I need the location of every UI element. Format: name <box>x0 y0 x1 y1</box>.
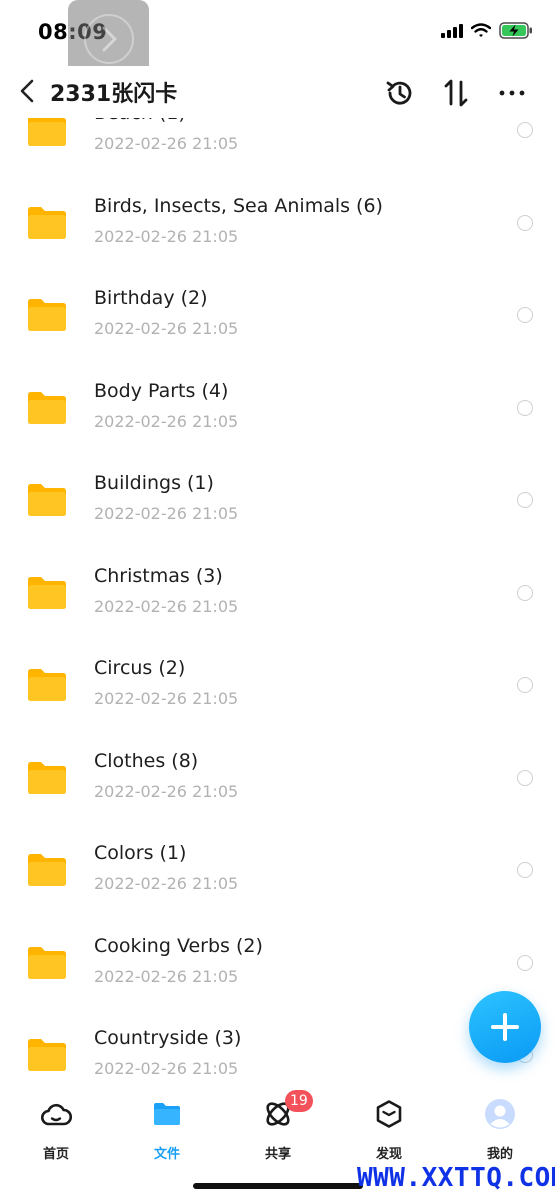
home-indicator[interactable] <box>193 1183 363 1189</box>
folder-name: Christmas (3) <box>94 564 223 587</box>
select-radio[interactable] <box>517 769 533 786</box>
folder-name: Beach (1) <box>94 118 186 124</box>
history-icon <box>386 81 412 105</box>
tab-me[interactable]: 我的 <box>455 1098 545 1162</box>
watermark: WWW.XXTTQ.COM <box>357 1163 555 1193</box>
folder-date: 2022-02-26 21:05 <box>94 226 239 246</box>
folder-name: Cooking Verbs (2) <box>94 934 263 957</box>
select-radio[interactable] <box>517 214 533 231</box>
select-radio[interactable] <box>517 307 533 323</box>
folder-name: Colors (1) <box>94 842 187 864</box>
select-radio[interactable] <box>517 677 533 693</box>
folder-icon <box>28 299 66 331</box>
history-button[interactable] <box>382 76 418 110</box>
folder-icon <box>28 484 66 516</box>
tab-label: 首页 <box>42 1147 69 1162</box>
select-radio[interactable] <box>517 122 533 138</box>
page-title: 2331张闪卡 <box>50 82 178 107</box>
notification-badge: 19 <box>285 1090 313 1112</box>
tab-label: 共享 <box>264 1147 291 1162</box>
avatar-icon <box>485 1099 515 1129</box>
folder-row[interactable]: Birds, Insects, Sea Animals (6) 2022-02-2… <box>0 183 555 276</box>
folder-name: Body Parts (4) <box>94 379 229 402</box>
status-bar: 08:09 <box>0 0 555 79</box>
cloud-icon <box>40 1103 72 1126</box>
folder-row[interactable]: Body Parts (4) 2022-02-26 21:05 <box>0 368 555 461</box>
tab-label: 发现 <box>375 1147 402 1162</box>
folder-row[interactable]: Clothes (8) 2022-02-26 21:05 <box>0 738 555 831</box>
folder-row[interactable]: Colors (1) 2022-02-26 21:05 <box>0 830 555 923</box>
folder-date: 2022-02-26 21:05 <box>94 966 239 986</box>
more-button[interactable] <box>494 76 530 110</box>
back-button[interactable] <box>14 76 42 106</box>
folder-icon <box>28 1039 66 1071</box>
tab-discover[interactable]: 发现 <box>344 1098 434 1162</box>
more-icon <box>499 90 525 96</box>
tab-home[interactable]: 首页 <box>11 1098 101 1162</box>
wifi-icon <box>471 23 491 37</box>
folder-row[interactable]: Christmas (3) 2022-02-26 21:05 <box>0 553 555 646</box>
folder-icon <box>28 576 66 609</box>
select-radio[interactable] <box>517 954 533 971</box>
folder-list[interactable]: Beach (1)2022-02-26 21:05Birds, Insects,… <box>0 118 555 1088</box>
folder-name: Birds, Insects, Sea Animals (6) <box>94 194 383 217</box>
plus-icon <box>491 1013 519 1041</box>
folder-date: 2022-02-26 21:05 <box>94 1059 239 1078</box>
folder-icon <box>28 391 66 424</box>
signal-icon <box>441 23 463 38</box>
select-radio[interactable] <box>517 584 533 601</box>
add-button[interactable] <box>469 991 541 1063</box>
folder-date: 2022-02-26 21:05 <box>94 689 239 708</box>
tab-files[interactable]: 文件 <box>122 1098 212 1162</box>
folder-date: 2022-02-26 21:05 <box>94 411 239 431</box>
folder-date: 2022-02-26 21:05 <box>94 504 239 523</box>
navigation-header: 2331张闪卡 <box>0 66 555 118</box>
folder-date: 2022-02-26 21:05 <box>94 781 239 801</box>
folder-name: Birthday (2) <box>94 287 208 309</box>
folder-row[interactable]: Cooking Verbs (2) 2022-02-26 21:05 <box>0 923 555 1016</box>
select-radio[interactable] <box>517 862 533 878</box>
folder-date: 2022-02-26 21:05 <box>94 596 239 616</box>
folder-name: Clothes (8) <box>94 749 199 772</box>
sort-icon <box>444 79 468 107</box>
folder-icon <box>28 946 66 979</box>
folder-name: Circus (2) <box>94 657 186 679</box>
folder-date: 2022-02-26 21:05 <box>94 874 239 893</box>
battery-charging-icon <box>499 22 532 39</box>
folder-icon <box>28 206 66 239</box>
folder-icon <box>28 854 66 886</box>
tab-label: 文件 <box>153 1147 180 1162</box>
folder-row[interactable]: Buildings (1) 2022-02-26 21:05 <box>0 460 555 553</box>
folder-icon <box>28 118 66 146</box>
select-radio[interactable] <box>517 399 533 416</box>
folder-name: Countryside (3) <box>94 1027 242 1049</box>
folder-icon <box>28 761 66 794</box>
folder-icon <box>154 1103 180 1125</box>
sort-button[interactable] <box>438 76 474 110</box>
select-radio[interactable] <box>517 492 533 508</box>
back-chevron-icon <box>20 79 34 103</box>
folder-row[interactable]: Beach (1) 2022-02-26 21:05 <box>0 118 555 183</box>
folder-date: 2022-02-26 21:05 <box>94 319 239 338</box>
folder-date: 2022-02-26 21:05 <box>94 134 239 153</box>
folder-row[interactable]: Circus (2) 2022-02-26 21:05 <box>0 645 555 738</box>
folder-row[interactable]: Birthday (2) 2022-02-26 21:05 <box>0 275 555 368</box>
discover-cube-icon <box>376 1100 402 1128</box>
tab-label: 我的 <box>486 1147 513 1162</box>
tab-share[interactable]: 19 共享 <box>233 1090 323 1162</box>
folder-icon <box>28 669 66 701</box>
folder-name: Buildings (1) <box>94 472 214 494</box>
